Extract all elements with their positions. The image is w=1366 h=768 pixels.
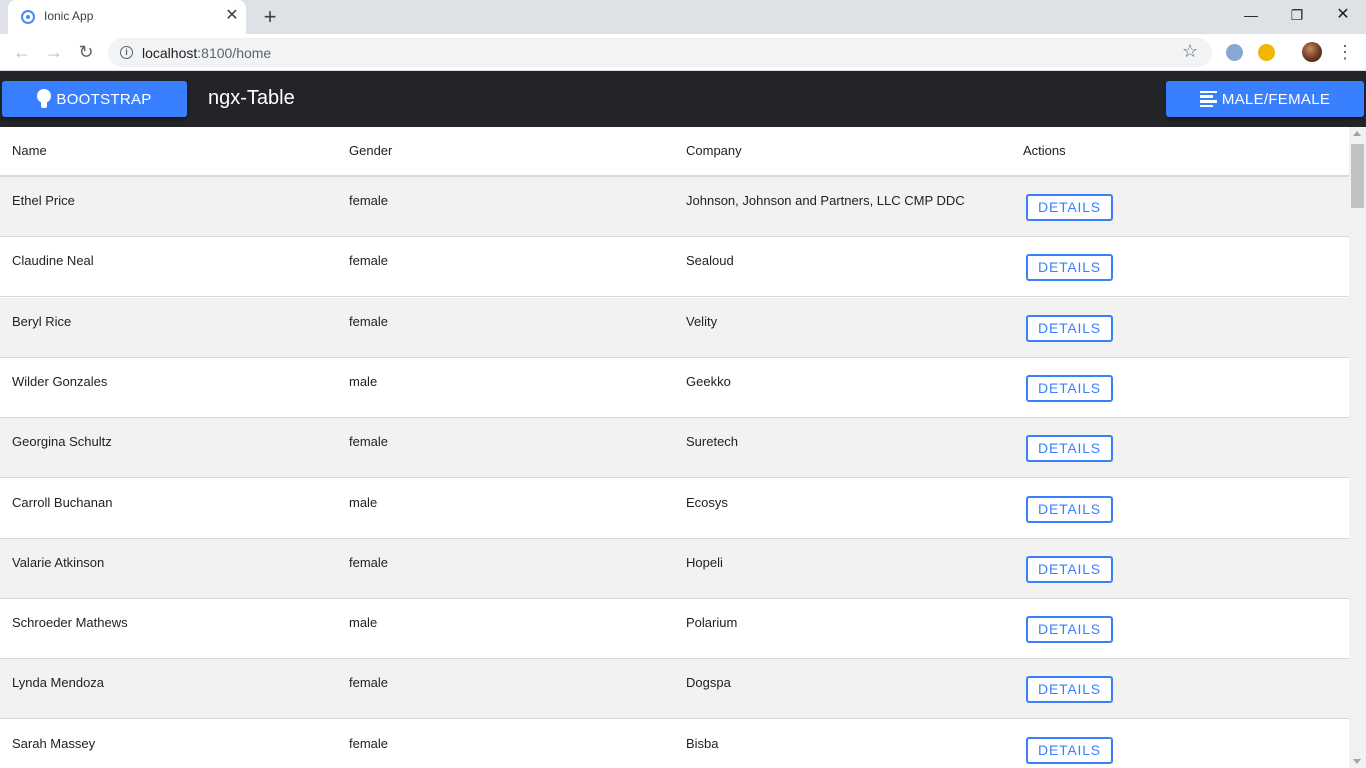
cell-name: Valarie Atkinson (12, 554, 105, 570)
details-button[interactable]: DETAILS (1026, 495, 1113, 523)
extension-moon-icon[interactable] (1258, 44, 1275, 61)
cell-name: Sarah Massey (12, 735, 96, 751)
info-icon[interactable]: i (120, 46, 133, 59)
cell-gender: male (349, 615, 378, 631)
minimize-icon[interactable]: — (1237, 4, 1265, 26)
back-arrow-icon[interactable]: ← (10, 40, 34, 64)
details-button[interactable]: DETAILS (1026, 194, 1113, 221)
window-close-icon[interactable]: ✕ (1329, 4, 1357, 26)
details-button[interactable]: DETAILS (1026, 676, 1113, 704)
bootstrap-button[interactable]: BOOTSTRAP (2, 81, 187, 117)
details-button[interactable]: DETAILS (1026, 616, 1113, 644)
details-button[interactable]: DETAILS (1026, 374, 1113, 402)
cell-company: Geekko (686, 373, 731, 389)
data-table: Name Gender Company Actions Ethel Price f… (0, 127, 1349, 768)
url-path: :8100/home (197, 45, 272, 61)
cell-company: Suretech (686, 434, 739, 450)
cell-gender: female (349, 193, 389, 208)
tab-title: Ionic App (44, 9, 94, 23)
reload-icon[interactable]: ↻ (74, 40, 98, 64)
vertical-scrollbar[interactable] (1349, 127, 1366, 768)
scroll-up-icon[interactable] (1353, 131, 1361, 136)
male-female-button[interactable]: MALE/FEMALE (1166, 81, 1364, 117)
cell-name: Schroeder Mathews (12, 615, 128, 631)
cell-name: Beryl Rice (12, 313, 72, 329)
ionic-favicon-icon (21, 10, 35, 24)
browser-tabstrip: Ionic App ✕ + — ❐ ✕ (0, 0, 1366, 34)
cell-gender: female (349, 735, 389, 751)
male-female-button-label: MALE/FEMALE (1221, 90, 1331, 108)
cell-gender: female (349, 253, 389, 269)
cell-gender: female (349, 675, 389, 691)
table-row[interactable]: Georgina Schultz female Suretech DETAILS (0, 418, 1349, 479)
table-row[interactable]: Claudine Neal female Sealoud DETAILS (0, 237, 1349, 298)
details-button[interactable]: DETAILS (1026, 555, 1113, 583)
table-header: Name Gender Company Actions (0, 127, 1349, 177)
cell-gender: female (349, 554, 389, 570)
browser-tab[interactable]: Ionic App ✕ (8, 0, 246, 34)
column-header-name[interactable]: Name (12, 143, 47, 158)
scroll-down-icon[interactable] (1353, 759, 1361, 764)
table-row[interactable]: Wilder Gonzales male Geekko DETAILS (0, 357, 1349, 418)
cell-company: Ecosys (686, 494, 728, 510)
cell-name: Claudine Neal (12, 253, 94, 269)
column-header-gender[interactable]: Gender (349, 143, 392, 158)
table-row[interactable]: Carroll Buchanan male Ecosys DETAILS (0, 478, 1349, 539)
cell-company: Hopeli (686, 554, 723, 570)
address-bar[interactable]: i localhost:8100/home ☆ (108, 38, 1212, 67)
bulb-icon (37, 89, 52, 109)
browser-toolbar: ← → ↻ i localhost:8100/home ☆ ⋮ (0, 34, 1366, 71)
details-button[interactable]: DETAILS (1026, 736, 1113, 764)
page-title: ngx-Table (208, 87, 295, 109)
url-host: localhost (142, 45, 198, 61)
cell-gender: male (349, 494, 378, 510)
table-row[interactable]: Ethel Price female Johnson, Johnson and Pa… (0, 177, 1349, 237)
cell-company: Dogspa (686, 675, 731, 691)
cell-name: Wilder Gonzales (12, 373, 108, 389)
close-tab-icon[interactable]: ✕ (224, 8, 240, 24)
cell-gender: female (349, 434, 389, 450)
maximize-icon[interactable]: ❐ (1283, 4, 1311, 26)
list-lines-icon (1199, 90, 1217, 108)
app-header: BOOTSTRAP ngx-Table MALE/FEMALE (0, 71, 1366, 127)
cell-name: Ethel Price (12, 193, 75, 208)
cell-name: Carroll Buchanan (12, 494, 113, 510)
table-row[interactable]: Schroeder Mathews male Polarium DETAILS (0, 599, 1349, 660)
cell-name: Lynda Mendoza (12, 675, 105, 691)
cell-company: Velity (686, 313, 718, 329)
table-row[interactable]: Lynda Mendoza female Dogspa DETAILS (0, 659, 1349, 720)
kebab-menu-icon[interactable]: ⋮ (1336, 40, 1354, 64)
bootstrap-button-label: BOOTSTRAP (56, 90, 152, 108)
table-row[interactable]: Beryl Rice female Velity DETAILS (0, 297, 1349, 358)
extension-compass-icon[interactable] (1226, 44, 1243, 61)
url-text[interactable]: localhost:8100/home (142, 45, 271, 61)
star-icon[interactable]: ☆ (1182, 41, 1198, 62)
details-button[interactable]: DETAILS (1026, 254, 1113, 282)
cell-company: Bisba (686, 735, 719, 751)
cell-company: Polarium (686, 615, 738, 631)
profile-avatar[interactable] (1302, 42, 1322, 62)
cell-gender: male (349, 373, 378, 389)
column-header-actions: Actions (1023, 143, 1066, 158)
table-row[interactable]: Valarie Atkinson female Hopeli DETAILS (0, 538, 1349, 599)
column-header-company[interactable]: Company (686, 143, 742, 158)
details-button[interactable]: DETAILS (1026, 314, 1113, 342)
forward-arrow-icon[interactable]: → (42, 40, 66, 64)
new-tab-icon[interactable]: + (259, 6, 281, 28)
details-button[interactable]: DETAILS (1026, 435, 1113, 463)
scroll-thumb[interactable] (1351, 144, 1364, 208)
cell-company: Johnson, Johnson and Partners, LLC CMP D… (686, 193, 965, 208)
table-row[interactable]: Sarah Massey female Bisba DETAILS (0, 719, 1349, 768)
cell-name: Georgina Schultz (12, 434, 112, 450)
cell-company: Sealoud (686, 253, 734, 269)
cell-gender: female (349, 313, 389, 329)
